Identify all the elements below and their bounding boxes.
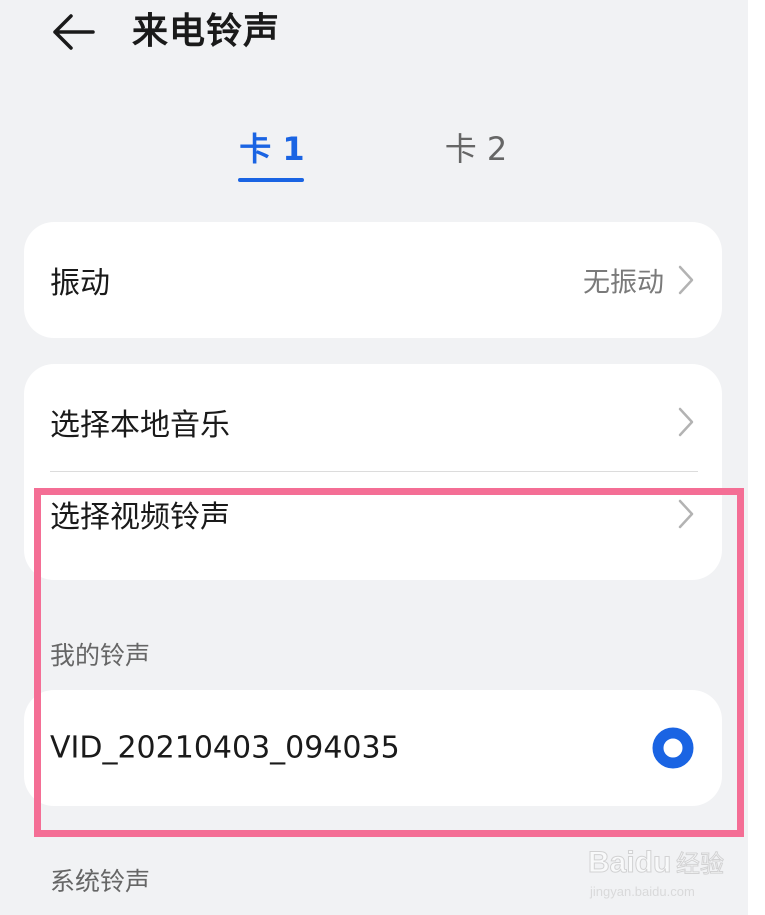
select-video-ringtone-row[interactable]: 选择视频铃声 [24, 472, 722, 572]
svg-text:经验: 经验 [676, 850, 724, 878]
vibration-label: 振动 [50, 266, 110, 301]
chevron-right-icon [678, 499, 694, 529]
select-video-ringtone-label: 选择视频铃声 [50, 500, 230, 535]
chevron-right-icon [678, 407, 694, 437]
page-title: 来电铃声 [132, 11, 281, 52]
system-ringtones-section-label: 系统铃声 [50, 867, 151, 896]
tab-selected-indicator [238, 178, 304, 182]
svg-text:jingyan.baidu.com: jingyan.baidu.com [589, 884, 695, 899]
svg-text:Baidu: Baidu [588, 846, 671, 879]
vibration-card: 振动 无振动 [24, 222, 722, 338]
ringtone-item[interactable]: VID_20210403_094035 [24, 698, 722, 798]
chevron-right-icon [678, 265, 694, 295]
select-local-music-row[interactable]: 选择本地音乐 [24, 372, 722, 472]
baidu-jingyan-watermark: Baidu 经验 jingyan.baidu.com [588, 846, 725, 900]
vibration-value: 无振动 [583, 267, 664, 299]
ringtone-item-name: VID_20210403_094035 [50, 730, 400, 766]
select-local-music-label: 选择本地音乐 [50, 408, 230, 443]
tab-card-2[interactable]: 卡 2 [436, 126, 516, 172]
radio-selected-icon[interactable] [652, 727, 694, 769]
back-button[interactable] [46, 8, 100, 56]
ringtone-settings-screen: 来电铃声 卡 1 卡 2 振动 无振动 选择本地音乐 选择视频铃声 我的铃声 V… [0, 0, 748, 915]
arrow-left-icon [53, 14, 95, 50]
tab-card-1[interactable]: 卡 1 [232, 126, 312, 172]
vibration-row[interactable]: 振动 无振动 [24, 230, 722, 330]
my-ringtones-section-label: 我的铃声 [50, 641, 151, 670]
my-ringtones-card: VID_20210403_094035 [24, 690, 722, 806]
select-ringtone-card: 选择本地音乐 选择视频铃声 [24, 364, 722, 580]
